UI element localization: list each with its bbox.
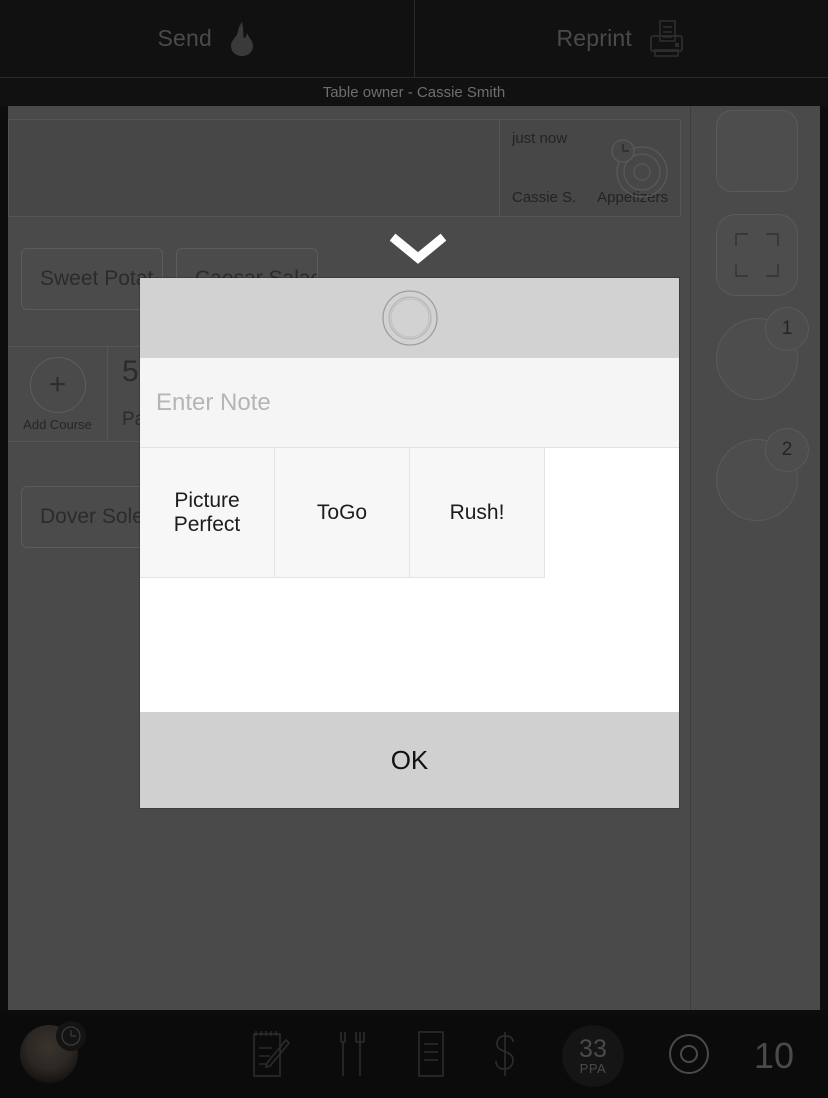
quick-note-empty[interactable] bbox=[545, 448, 679, 578]
course-plate-icon bbox=[381, 290, 438, 346]
note-modal-body bbox=[140, 578, 679, 712]
quick-note-label: ToGo bbox=[316, 500, 368, 524]
quick-note-label: Rush! bbox=[449, 500, 505, 524]
order-items-area[interactable] bbox=[9, 120, 500, 216]
send-button[interactable]: Send bbox=[0, 0, 415, 77]
course-summary-card[interactable]: just now Cassie S. Appetizers bbox=[500, 120, 680, 216]
notepad-edit-icon[interactable] bbox=[248, 1028, 292, 1085]
sidebar-item-rounded-square[interactable] bbox=[716, 110, 798, 192]
reprint-label: Reprint bbox=[556, 25, 633, 51]
bottom-icon-group: 33 PPA 10 bbox=[82, 1025, 828, 1087]
chevron-down-icon[interactable] bbox=[390, 232, 446, 266]
clock-icon bbox=[56, 1021, 86, 1051]
clock-icon bbox=[611, 139, 635, 163]
flame-icon bbox=[228, 21, 256, 57]
sidebar-item-crop-select[interactable] bbox=[716, 214, 798, 296]
note-input[interactable]: Enter Note bbox=[156, 389, 271, 417]
guest-count[interactable]: 10 bbox=[754, 1038, 794, 1074]
ok-button[interactable]: OK bbox=[140, 712, 679, 808]
sidebar-item-seat-2[interactable]: 2 bbox=[716, 428, 809, 521]
add-course-button[interactable]: + Add Course bbox=[8, 347, 108, 441]
dollar-icon[interactable] bbox=[488, 1028, 522, 1085]
quick-note-togo[interactable]: ToGo bbox=[275, 448, 410, 578]
plus-icon: + bbox=[29, 356, 86, 413]
quick-note-grid: Picture Perfect ToGo Rush! bbox=[140, 448, 679, 578]
ppa-label: PPA bbox=[579, 1060, 607, 1076]
seat-badge: 1 bbox=[765, 307, 809, 351]
circle-target-icon[interactable] bbox=[664, 1029, 714, 1084]
note-input-row[interactable]: Enter Note bbox=[140, 358, 679, 448]
receipt-icon[interactable] bbox=[414, 1028, 448, 1085]
add-course-label: Add Course bbox=[23, 416, 92, 432]
printer-icon bbox=[648, 19, 686, 59]
crop-select-icon bbox=[735, 233, 779, 277]
pos-order-screen: Send Reprint Table owner - Cassie Smith … bbox=[0, 0, 828, 1098]
quick-note-label: Picture Perfect bbox=[173, 488, 241, 536]
top-action-bar: Send Reprint bbox=[0, 0, 828, 78]
sidebar-item-seat-1[interactable]: 1 bbox=[716, 307, 809, 400]
ok-label: OK bbox=[390, 744, 429, 775]
menu-item-label: Sweet Potat bbox=[40, 267, 154, 290]
note-modal: Enter Note Picture Perfect ToGo Rush! OK bbox=[140, 278, 679, 808]
ppa-value: 33 bbox=[579, 1034, 607, 1063]
bottom-toolbar: 33 PPA 10 bbox=[0, 1014, 828, 1098]
table-owner-bar: Table owner - Cassie Smith bbox=[0, 78, 828, 106]
avatar[interactable] bbox=[20, 1021, 86, 1087]
seat-badge: 2 bbox=[765, 428, 809, 472]
note-modal-header bbox=[140, 278, 679, 358]
quick-note-rush[interactable]: Rush! bbox=[410, 448, 545, 578]
quick-note-picture-perfect[interactable]: Picture Perfect bbox=[140, 448, 275, 578]
ppa-badge[interactable]: 33 PPA bbox=[561, 1025, 624, 1087]
course-plate-icon bbox=[611, 139, 668, 198]
forks-icon[interactable] bbox=[332, 1028, 374, 1085]
reprint-button[interactable]: Reprint bbox=[415, 0, 828, 77]
course-server: Cassie S. bbox=[512, 189, 577, 206]
order-card-row: just now Cassie S. Appetizers bbox=[8, 119, 681, 217]
right-sidebar: 1 2 bbox=[690, 106, 820, 1010]
send-label: Send bbox=[157, 25, 212, 51]
table-owner-text: Table owner - Cassie Smith bbox=[322, 83, 506, 101]
